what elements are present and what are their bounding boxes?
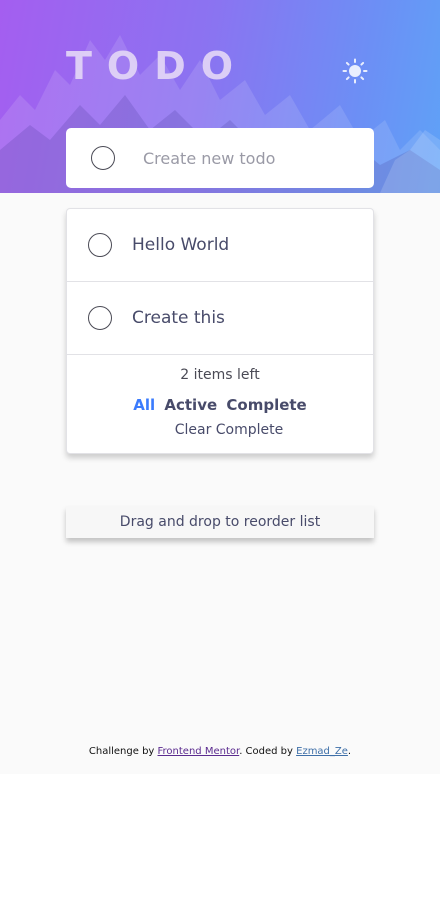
- attribution-prefix: Challenge by: [88, 746, 158, 757]
- filter-active-button[interactable]: Active: [164, 396, 217, 414]
- items-left-count: 2 items left: [180, 367, 260, 383]
- filter-complete-button[interactable]: Complete: [226, 396, 306, 414]
- todo-item[interactable]: Hello World: [67, 209, 373, 282]
- sun-icon: [342, 58, 368, 84]
- todo-check-circle[interactable]: [88, 306, 112, 330]
- todo-text: Create this: [132, 308, 225, 328]
- todo-list: Hello World Create this 2 items left All…: [66, 208, 374, 454]
- new-todo-input[interactable]: [143, 148, 343, 168]
- todo-text: Hello World: [132, 235, 230, 255]
- frontend-mentor-link[interactable]: Frontend Mentor: [158, 746, 240, 757]
- theme-toggle-button[interactable]: [340, 56, 370, 86]
- list-footer: 2 items left All Active Complete Clear C…: [67, 355, 373, 438]
- todo-check-circle[interactable]: [88, 233, 112, 257]
- filter-all-button[interactable]: All: [133, 396, 155, 414]
- app-container: TODO Hello World: [0, 0, 440, 774]
- clear-complete-button[interactable]: Clear Complete: [67, 422, 373, 438]
- new-todo-form: [66, 128, 374, 188]
- attribution: Challenge by Frontend Mentor. Coded by E…: [0, 746, 440, 757]
- attribution-middle: . Coded by: [239, 746, 297, 757]
- todo-item[interactable]: Create this: [67, 282, 373, 355]
- filter-group: All Active Complete: [67, 396, 373, 414]
- new-todo-check-circle[interactable]: [91, 146, 115, 170]
- author-link[interactable]: Ezmad_Ze: [296, 746, 348, 757]
- attribution-suffix: .: [347, 746, 352, 757]
- drag-drop-hint: Drag and drop to reorder list: [66, 506, 374, 538]
- app-logo: TODO: [66, 44, 249, 88]
